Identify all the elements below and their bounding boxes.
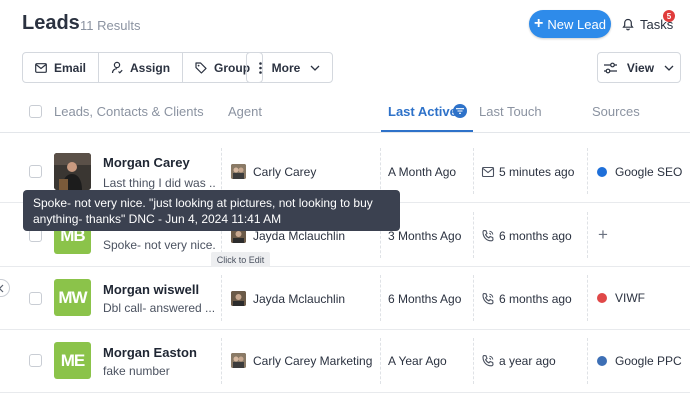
last-active-value: A Month Ago — [388, 165, 457, 179]
column-divider — [587, 148, 588, 194]
select-all-checkbox[interactable] — [29, 105, 42, 118]
column-header-last-touch[interactable]: Last Touch — [479, 104, 542, 119]
tasks-count-badge: 5 — [663, 10, 675, 22]
column-header-leads[interactable]: Leads, Contacts & Clients — [54, 104, 204, 119]
phone-icon — [482, 292, 494, 305]
table-row[interactable]: ME Morgan Easton fake number Carly Carey… — [0, 330, 690, 393]
column-header-agent[interactable]: Agent — [228, 104, 262, 119]
phone-icon — [482, 229, 494, 242]
column-divider — [473, 338, 474, 384]
active-column-indicator — [381, 130, 473, 132]
lead-name[interactable]: Morgan wiswell — [103, 282, 199, 297]
lead-name[interactable]: Morgan Carey — [103, 155, 190, 170]
row-checkbox[interactable] — [29, 165, 42, 178]
envelope-icon — [481, 166, 495, 178]
column-divider — [587, 338, 588, 384]
last-active-value: A Year Ago — [388, 354, 447, 368]
assign-label: Assign — [130, 60, 171, 75]
group-label: Group — [214, 60, 251, 75]
agent-name[interactable]: Carly Carey Marketing — [253, 354, 372, 368]
view-dropdown[interactable]: View — [597, 52, 681, 83]
last-touch-value: a year ago — [499, 354, 556, 368]
column-divider — [221, 275, 222, 321]
more-label: More — [271, 60, 301, 75]
agent-avatar — [231, 291, 246, 306]
leads-page: Leads 11 Results + New Lead Tasks 5 Emai… — [0, 0, 690, 404]
note-tooltip: Spoke- not very nice. "just looking at p… — [23, 190, 400, 231]
phone-icon — [482, 354, 494, 367]
column-divider — [587, 212, 588, 258]
last-active-value: 6 Months Ago — [388, 292, 462, 306]
chevron-down-icon — [664, 65, 674, 71]
table-row[interactable]: MW Morgan wiswell Dbl call- answered ...… — [0, 267, 690, 330]
column-divider — [380, 338, 381, 384]
chevron-left-icon — [0, 284, 4, 292]
lead-note[interactable]: Spoke- not very nice... — [103, 238, 215, 252]
lead-note[interactable]: fake number — [103, 364, 215, 378]
assign-user-icon — [111, 61, 123, 74]
page-header: Leads 11 Results + New Lead Tasks 5 — [0, 0, 690, 48]
lead-note[interactable]: Last thing I did was ... — [103, 176, 215, 190]
lead-note[interactable]: Dbl call- answered ... — [103, 301, 215, 315]
column-divider — [380, 148, 381, 194]
source-value[interactable]: Google PPC — [615, 354, 682, 368]
view-label: View — [626, 60, 655, 75]
last-touch-value: 6 months ago — [499, 292, 572, 306]
agent-name[interactable]: Jayda Mclauchlin — [253, 292, 345, 306]
chevron-down-icon — [310, 65, 320, 71]
column-divider — [473, 275, 474, 321]
bell-icon — [622, 18, 634, 30]
source-color-dot — [597, 293, 607, 303]
click-to-edit-hint: Click to Edit — [211, 252, 270, 267]
new-lead-button[interactable]: + New Lead — [529, 10, 611, 38]
avatar — [54, 153, 91, 190]
column-header-sources[interactable]: Sources — [592, 104, 640, 119]
column-divider — [380, 275, 381, 321]
page-title: Leads — [22, 12, 80, 34]
email-label: Email — [54, 60, 87, 75]
email-button[interactable]: Email — [23, 53, 100, 82]
agent-avatar — [231, 164, 246, 179]
source-color-dot — [597, 167, 607, 177]
tag-icon — [195, 61, 207, 74]
envelope-icon — [35, 62, 47, 73]
lead-name[interactable]: Morgan Easton — [103, 345, 197, 360]
agent-name[interactable]: Jayda Mclauchlin — [253, 229, 345, 243]
last-touch-value: 5 minutes ago — [499, 165, 575, 179]
table-header: Leads, Contacts & Clients Agent Last Act… — [0, 93, 690, 133]
last-touch-value: 6 months ago — [499, 229, 572, 243]
assign-button[interactable]: Assign — [99, 53, 184, 82]
avatar: ME — [54, 342, 91, 379]
source-value[interactable]: Google SEO — [615, 165, 682, 179]
row-checkbox[interactable] — [29, 354, 42, 367]
column-divider — [473, 212, 474, 258]
add-source-button[interactable]: + — [598, 225, 608, 245]
column-divider — [587, 275, 588, 321]
column-divider — [221, 338, 222, 384]
last-active-value: 3 Months Ago — [388, 229, 462, 243]
avatar: MW — [54, 279, 91, 316]
sort-filter-icon[interactable] — [453, 104, 467, 118]
new-lead-label: New Lead — [547, 16, 606, 32]
result-count: 11 Results — [80, 18, 141, 33]
agent-name[interactable]: Carly Carey — [253, 165, 316, 179]
bulk-actions-group: Email Assign Group — [22, 52, 264, 83]
kebab-icon — [258, 61, 262, 74]
agent-avatar — [231, 353, 246, 368]
more-dropdown[interactable]: More — [246, 52, 333, 83]
column-divider — [473, 148, 474, 194]
source-color-dot — [597, 356, 607, 366]
column-divider — [221, 148, 222, 194]
column-header-last-active[interactable]: Last Active — [388, 104, 457, 119]
sliders-icon — [603, 62, 617, 73]
row-checkbox[interactable] — [29, 292, 42, 305]
source-value[interactable]: VIWF — [615, 291, 645, 305]
plus-icon: + — [534, 15, 544, 32]
